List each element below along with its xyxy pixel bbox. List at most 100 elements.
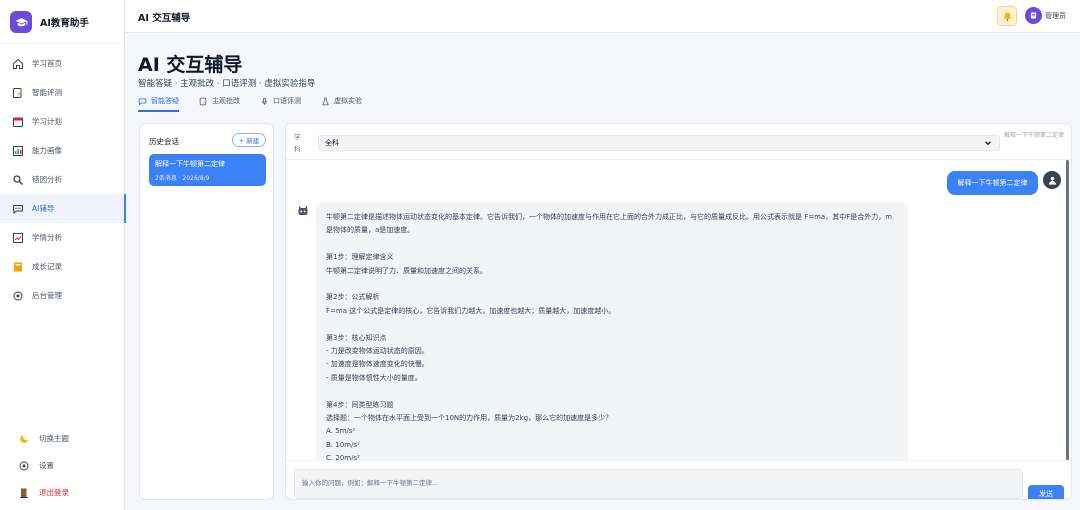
sidebar-item-label: 错因分析 (32, 175, 62, 184)
notebook-icon (12, 261, 24, 273)
settings-item[interactable]: 设置 (0, 452, 125, 479)
sidebar-item-label: 能力画像 (32, 146, 62, 155)
message-line: F=ma 这个公式是定律的核心，它告诉我们力越大，加速度也越大；质量越大，加速度… (326, 306, 616, 315)
logout-label: 退出登录 (39, 488, 69, 497)
message-line: A. 5m/s² (326, 427, 356, 436)
topbar-title: AI 交互辅导 (138, 13, 191, 24)
mic-icon (260, 97, 269, 106)
message-line: - 加速度是物体速度变化的快慢。 (326, 360, 429, 369)
assistant-message: 牛顿第二定律是描述物体运动状态变化的基本定律。它告诉我们，一个物体的加速度与作用… (316, 202, 908, 472)
history-panel: 历史会话 + 新建 解释一下牛顿第二定律 2条消息 · 2026/8/9 (139, 123, 274, 500)
edit-icon (12, 87, 24, 99)
message-line: 第2步：公式解析 (326, 293, 380, 302)
message-line: B. 10m/s² (326, 440, 360, 449)
message-line: - 力是改变物体运动状态的原因。 (326, 347, 429, 356)
chat-icon (138, 97, 147, 106)
bell-icon (1003, 11, 1011, 21)
sidebar-item-profile[interactable]: 能力画像 (0, 136, 125, 165)
message-line: 第4步：同类型练习题 (326, 400, 394, 409)
message-line: 第1步：理解定律含义 (326, 253, 394, 262)
gear-icon (12, 290, 24, 302)
sidebar-item-home[interactable]: 学习首页 (0, 49, 125, 78)
sidebar-item-growth[interactable]: 成长记录 (0, 252, 125, 281)
sidebar-item-admin[interactable]: 后台管理 (0, 281, 125, 310)
sidebar: AI教育助手 学习首页 智能评测 学习计划 能力画像 错因分析 AI辅导 学情分… (0, 0, 126, 510)
divider (286, 159, 1071, 160)
tab-label: 口语评测 (273, 97, 301, 105)
page-subtitle: 智能答疑 · 主观批改 · 口语评测 · 虚拟实验指导 (138, 79, 316, 89)
robot-icon (296, 204, 310, 218)
user-avatar (1043, 171, 1061, 189)
history-title: 历史会话 (149, 137, 179, 146)
new-session-button[interactable]: + 新建 (232, 133, 266, 147)
user-icon (1048, 176, 1056, 185)
message-line: 第3步：核心知识点 (326, 333, 387, 342)
sidebar-nav: 学习首页 智能评测 学习计划 能力画像 错因分析 AI辅导 学情分析 成长记录 (0, 49, 126, 310)
sidebar-item-label: AI辅导 (32, 204, 55, 213)
sidebar-item-label: 成长记录 (32, 262, 62, 271)
chat-input[interactable]: 输入你的问题，例如：解释一下牛顿第二定律... (294, 469, 1023, 499)
message-line: - 质量是物体惯性大小的量度。 (326, 373, 422, 382)
chat-icon (12, 203, 24, 215)
message-line: 牛顿第二定律是描述物体运动状态变化的基本定律。它告诉我们，一个物体的加速度与作用… (326, 213, 893, 235)
subject-value: 全科 (325, 139, 339, 147)
scrollbar[interactable] (1066, 160, 1069, 460)
subject-select[interactable]: 全科 (318, 135, 1000, 151)
moon-icon (18, 433, 30, 445)
sidebar-item-label: 学情分析 (32, 233, 62, 242)
sidebar-item-assessment[interactable]: 智能评测 (0, 78, 125, 107)
page-title: AI 交互辅导 (138, 54, 243, 76)
tab-speaking[interactable]: 口语评测 (260, 91, 301, 111)
edit-icon (199, 97, 208, 106)
theme-toggle-label: 切换主题 (39, 434, 69, 443)
gear-icon (18, 460, 30, 472)
send-button[interactable]: 发送 (1028, 485, 1064, 499)
avatar[interactable] (1025, 7, 1042, 24)
message-line: 选择题：一个物体在水平面上受到一个10N的力作用，质量为2kg，那么它的加速度是… (326, 414, 613, 423)
chevron-down-icon (983, 138, 993, 150)
flask-icon (321, 97, 330, 106)
sidebar-bottom: 切换主题 设置 退出登录 (0, 425, 125, 506)
tab-grading[interactable]: 主观批改 (199, 91, 240, 111)
topbar: AI 交互辅导 管理员 (125, 0, 1080, 33)
sidebar-item-error-analysis[interactable]: 错因分析 (0, 165, 125, 194)
settings-label: 设置 (39, 461, 54, 470)
session-meta: 2条消息 · 2026/8/9 (155, 175, 210, 182)
input-area: 输入你的问题，例如：解释一下牛顿第二定律... 发送 (286, 460, 1071, 499)
notification-button[interactable] (997, 6, 1017, 26)
sidebar-item-ai-tutor[interactable]: AI辅导 (0, 194, 126, 223)
user-icon (1030, 12, 1037, 19)
home-icon (12, 58, 24, 70)
subject-label: 学科: (294, 133, 303, 153)
door-icon (18, 487, 30, 499)
tab-qa[interactable]: 智能答疑 (138, 91, 179, 112)
search-icon (12, 174, 24, 186)
sidebar-item-label: 学习计划 (32, 117, 62, 126)
bar-chart-icon (12, 145, 24, 157)
chat-panel: 学科: 全科 解释一下牛顿第二定律 解释一下牛顿第二定律 牛顿第二定律是描述物体… (285, 123, 1072, 500)
user-name[interactable]: 管理员 (1045, 11, 1066, 21)
sidebar-item-label: 学习首页 (32, 59, 62, 68)
message-line: 牛顿第二定律说明了力、质量和加速度之间的关系。 (326, 266, 487, 275)
app-name: AI教育助手 (40, 18, 89, 29)
sidebar-item-label: 后台管理 (32, 291, 62, 300)
sidebar-item-label: 智能评测 (32, 88, 62, 97)
graduation-cap-icon (10, 11, 32, 33)
sidebar-item-learning-analysis[interactable]: 学情分析 (0, 223, 125, 252)
tab-label: 虚拟实验 (334, 97, 362, 105)
tab-bar: 智能答疑 主观批改 口语评测 虚拟实验 (138, 91, 382, 112)
session-item[interactable]: 解释一下牛顿第二定律 2条消息 · 2026/8/9 (149, 154, 266, 186)
topic-hint: 解释一下牛顿第二定律 (1004, 132, 1065, 139)
brand[interactable]: AI教育助手 (10, 9, 89, 35)
tab-label: 智能答疑 (151, 97, 179, 105)
session-title: 解释一下牛顿第二定律 (155, 160, 225, 168)
tab-lab[interactable]: 虚拟实验 (321, 91, 362, 111)
theme-toggle[interactable]: 切换主题 (0, 425, 125, 452)
logout-item[interactable]: 退出登录 (0, 479, 125, 506)
user-message: 解释一下牛顿第二定律 (947, 171, 1038, 195)
sidebar-item-plan[interactable]: 学习计划 (0, 107, 125, 136)
trend-icon (12, 232, 24, 244)
